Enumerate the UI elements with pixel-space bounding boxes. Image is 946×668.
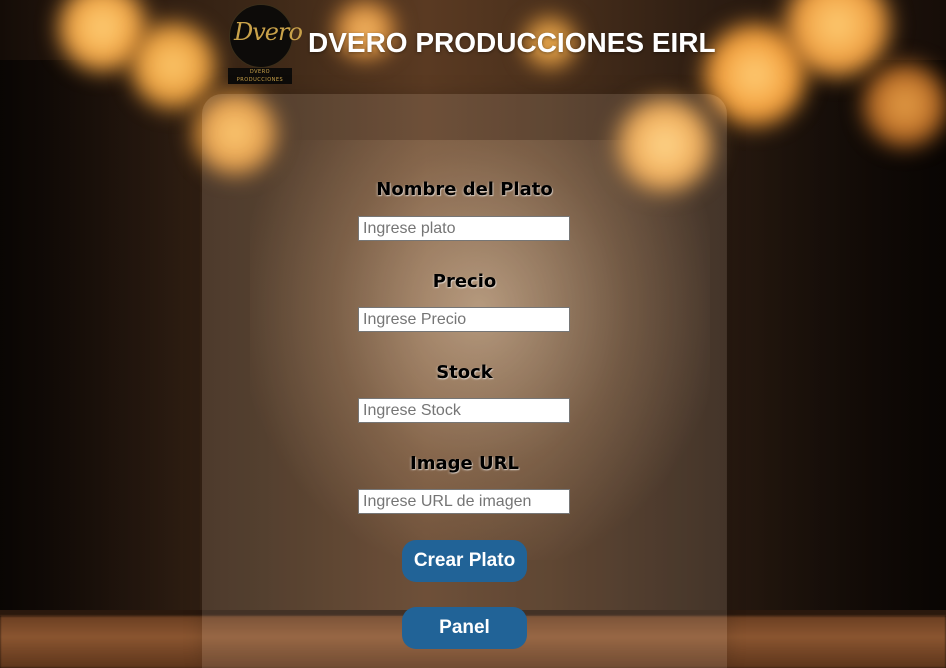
logo-subtext: DVERO PRODUCCIONES [228, 68, 292, 84]
price-label: Precio [432, 271, 497, 292]
dish-name-label: Nombre del Plato [376, 179, 553, 200]
dish-name-input[interactable] [358, 216, 570, 241]
stock-input[interactable] [358, 398, 570, 423]
page-title: DVERO PRODUCCIONES EIRL [308, 27, 716, 58]
image-url-label: Image URL [410, 453, 519, 474]
page-header: Dvero DVERO PRODUCCIONES DVERO PRODUCCIO… [0, 0, 946, 90]
background-wall-left [0, 60, 200, 620]
panel-button[interactable]: Panel [402, 607, 527, 649]
create-dish-form: Nombre del Plato Precio Stock Image URL … [202, 94, 727, 668]
logo-monogram: Dvero [234, 18, 303, 46]
price-input[interactable] [358, 307, 570, 332]
image-url-input[interactable] [358, 489, 570, 514]
company-logo: Dvero DVERO PRODUCCIONES [228, 4, 303, 84]
create-dish-button[interactable]: Crear Plato [402, 540, 527, 582]
stock-label: Stock [436, 362, 493, 383]
